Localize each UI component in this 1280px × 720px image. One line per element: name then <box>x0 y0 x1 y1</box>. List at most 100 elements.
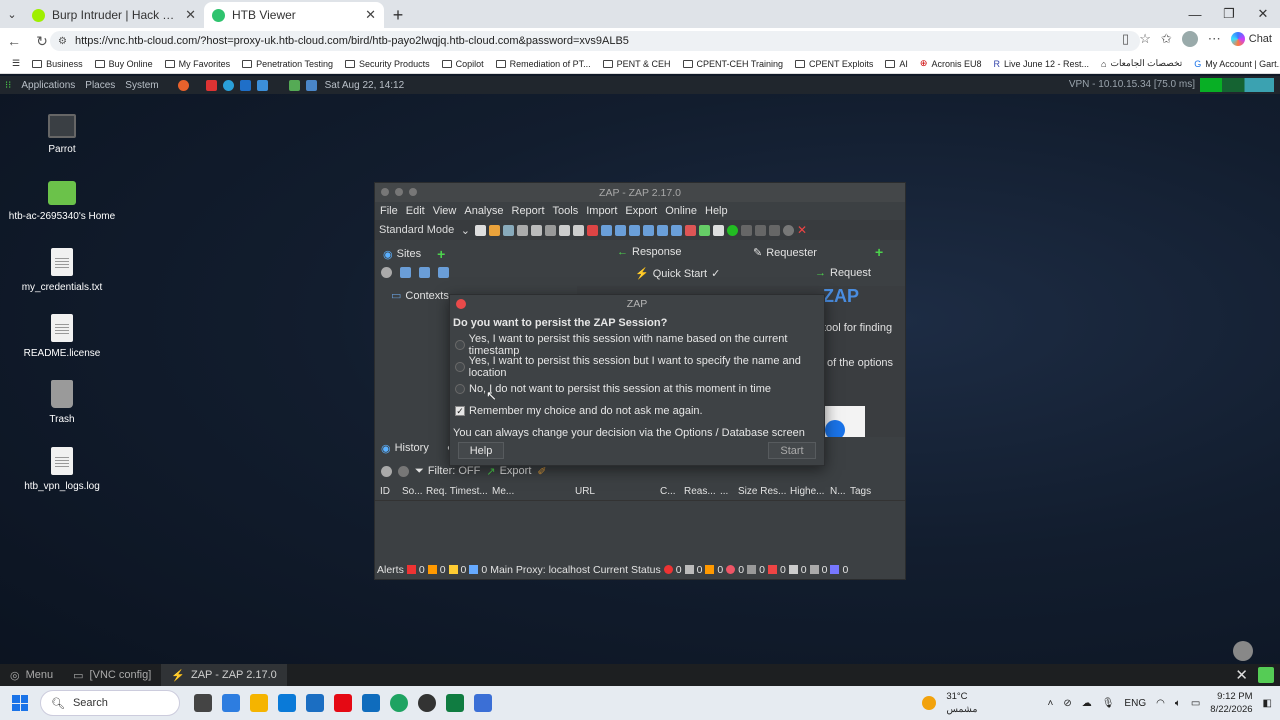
restore-icon[interactable]: ❐ <box>1212 0 1246 28</box>
store-icon[interactable] <box>278 694 296 712</box>
file-explorer-icon[interactable] <box>250 694 268 712</box>
taskbar-item-zap[interactable]: ⚡ ZAP - ZAP 2.17.0 <box>161 664 287 686</box>
favorite-star-icon[interactable]: ☆ <box>1139 31 1151 47</box>
windows-start-icon[interactable] <box>12 695 28 711</box>
col-header[interactable]: ... <box>715 486 733 497</box>
target-icon[interactable] <box>381 267 392 278</box>
desktop-icon-home[interactable]: htb-ac-2695340's Home <box>7 181 117 222</box>
task-view-icon[interactable] <box>194 694 212 712</box>
onedrive-icon[interactable]: ☁ <box>1082 698 1092 709</box>
show-desktop-icon[interactable] <box>1258 667 1274 683</box>
battery-icon[interactable]: ▭ <box>1191 698 1200 709</box>
bookmark-item[interactable]: Security Products <box>339 59 436 69</box>
browser-tab-burp[interactable]: Burp Intruder | Hack The Box Acad ✕ <box>24 2 204 28</box>
step-icon[interactable] <box>741 224 752 236</box>
desktop-icon-trash[interactable]: Trash <box>7 380 117 425</box>
menu-report[interactable]: Report <box>509 205 548 217</box>
bookmark-item[interactable]: CPENT-CEH Training <box>677 59 790 69</box>
apps-grid-icon[interactable]: ⁝⁝ <box>0 80 16 91</box>
dialog-titlebar[interactable]: ZAP <box>450 295 824 313</box>
col-header[interactable]: So... <box>397 486 423 497</box>
menu-tools[interactable]: Tools <box>550 205 582 217</box>
terminal-icon[interactable] <box>288 79 300 91</box>
session-properties-icon[interactable] <box>531 224 542 236</box>
github-icon[interactable] <box>418 694 436 712</box>
continue-icon[interactable] <box>755 224 766 236</box>
target-icon[interactable] <box>381 465 392 477</box>
menu-places[interactable]: Places <box>80 80 120 91</box>
bookmark-item[interactable]: R Live June 12 - Rest... <box>987 59 1095 69</box>
desktop-icon-vpn-logs[interactable]: htb_vpn_logs.log <box>7 447 117 492</box>
chrome-edge-active-icon[interactable] <box>390 694 408 712</box>
snapshot-icon[interactable] <box>517 224 528 236</box>
break-all-icon[interactable] <box>727 224 738 236</box>
taskbar-item-vnc-config[interactable]: ▭ [VNC config] <box>63 664 161 686</box>
menu-export[interactable]: Export <box>622 205 660 217</box>
bookmark-item[interactable]: Penetration Testing <box>236 59 339 69</box>
option-no-persist[interactable]: No, I do not want to persist this sessio… <box>450 378 824 400</box>
layout-icon[interactable] <box>559 224 570 236</box>
browser-tab-htb-viewer[interactable]: HTB Viewer ✕ <box>204 2 384 28</box>
layout-split-icon[interactable] <box>615 224 626 236</box>
profile-avatar[interactable] <box>1181 31 1198 47</box>
chevron-up-icon[interactable]: ˄ <box>1047 698 1053 709</box>
favorites-bar-icon[interactable]: ✩ <box>1161 31 1172 47</box>
window-min-dot-icon[interactable] <box>395 188 403 196</box>
layout-full-icon[interactable] <box>601 224 612 236</box>
col-header[interactable]: Tags <box>845 486 883 497</box>
link-icon[interactable] <box>438 267 449 278</box>
scope-icon[interactable] <box>398 465 409 477</box>
reading-mode-icon[interactable]: ▯ <box>1122 31 1129 47</box>
menu-online[interactable]: Online <box>662 205 700 217</box>
bookmark-item[interactable]: PENT & CEH <box>597 59 677 69</box>
close-x-icon[interactable]: ✕ <box>1235 666 1248 684</box>
dialog-close-icon[interactable] <box>456 299 466 309</box>
col-header[interactable]: Reas... <box>679 486 716 497</box>
trash-dock-icon[interactable] <box>1233 641 1253 661</box>
hud-icon[interactable] <box>699 224 710 236</box>
filter-button[interactable]: ⏷ Filter: OFF <box>415 465 480 478</box>
tab-request[interactable]: → Request <box>815 267 871 279</box>
tab-response[interactable]: ← Response <box>617 246 682 258</box>
menu-file[interactable]: File <box>377 205 401 217</box>
layout-vertical-icon[interactable] <box>643 224 654 236</box>
tab-history[interactable]: ◉ History <box>381 442 429 455</box>
language-indicator[interactable]: ENG <box>1124 698 1146 709</box>
excel-icon[interactable] <box>446 694 464 712</box>
layout-horizontal-icon[interactable] <box>629 224 640 236</box>
break-icon[interactable] <box>587 224 598 236</box>
add-tab-plus-icon[interactable]: + <box>875 244 883 260</box>
option-timestamp[interactable]: Yes, I want to persist this session with… <box>450 333 824 357</box>
remember-choice[interactable]: ✓ Remember my choice and do not ask me a… <box>450 400 824 422</box>
export-button[interactable]: ↗ Export <box>486 465 531 478</box>
tab-sites[interactable]: ◉ Sites + <box>383 246 445 262</box>
start-button[interactable]: Start <box>768 442 816 459</box>
menu-view[interactable]: View <box>430 205 460 217</box>
netflix-icon[interactable] <box>334 694 352 712</box>
show-folder-icon[interactable] <box>400 267 411 278</box>
copilot-chat-button[interactable]: Chat <box>1230 32 1272 46</box>
copilot-app-icon[interactable] <box>222 694 240 712</box>
col-header[interactable]: Req. Timest... <box>421 486 488 497</box>
desktop-icon-credentials[interactable]: my_credentials.txt <box>7 248 117 293</box>
options-gear-icon[interactable] <box>545 224 556 236</box>
url-omnibox[interactable]: ⚙ https://vnc.htb-cloud.com/?host=proxy-… <box>50 31 1140 51</box>
outlook-icon[interactable] <box>362 694 380 712</box>
hide-folder-icon[interactable] <box>419 267 430 278</box>
hide-tabs-icon[interactable] <box>671 224 682 236</box>
tabs-icon[interactable] <box>573 224 584 236</box>
radio-button[interactable] <box>455 362 465 372</box>
col-header[interactable]: ID <box>375 486 397 497</box>
col-header[interactable]: Highe... <box>785 486 825 497</box>
new-tab-plus-icon[interactable]: + <box>384 2 412 28</box>
add-plus-icon[interactable]: + <box>437 246 445 262</box>
microphone-icon[interactable]: 🎙︎ <box>1102 698 1115 709</box>
bookmark-item[interactable]: Copilot <box>436 59 490 69</box>
desktop-icon-parrot[interactable]: Parrot <box>7 114 117 155</box>
bookmark-item[interactable]: ⊕ Acronis EU8 <box>914 58 988 69</box>
editor-icon[interactable] <box>256 79 268 91</box>
option-specify-name[interactable]: Yes, I want to persist this session but … <box>450 355 824 379</box>
notifications-icon[interactable]: ◧ <box>1263 698 1272 709</box>
menu-applications[interactable]: Applications <box>16 80 80 91</box>
menu-edit[interactable]: Edit <box>403 205 428 217</box>
